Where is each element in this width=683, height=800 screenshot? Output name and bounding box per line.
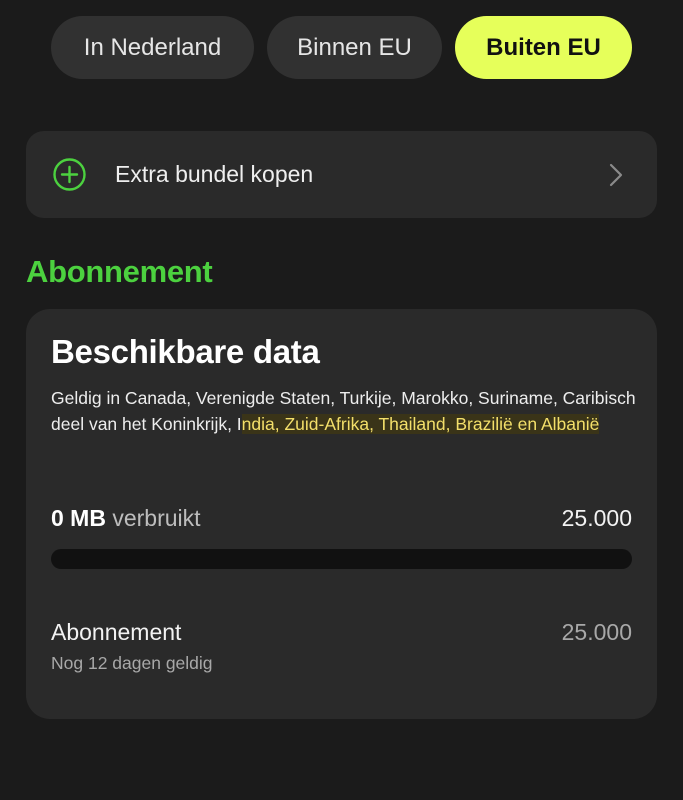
card-title: Beschikbare data <box>51 333 320 370</box>
data-card: Beschikbare data Geldig in Canada, Veren… <box>26 309 657 719</box>
tab-buiten-eu[interactable]: Buiten EU <box>455 16 632 79</box>
tab-in-nederland[interactable]: In Nederland <box>51 16 254 79</box>
section-title: Abonnement <box>26 254 213 289</box>
used-label: verbruikt <box>112 505 201 531</box>
extra-bundle-button[interactable]: Extra bundel kopen <box>26 131 657 218</box>
tab-binnen-eu[interactable]: Binnen EU <box>267 16 442 79</box>
valid-countries-highlight: ndia, Zuid-Afrika, Thailand, Brazilië en… <box>241 414 600 434</box>
usage-progress-bar <box>51 549 632 569</box>
used-amount: 0 MB <box>51 505 106 531</box>
subscription-name: Abonnement <box>51 619 182 645</box>
extra-bundle-label: Extra bundel kopen <box>115 161 314 187</box>
chevron-right-icon <box>609 163 623 187</box>
usage-row: 0 MB verbruikt 25.000 <box>51 505 632 535</box>
total-amount: 25.000 <box>561 505 632 531</box>
plus-circle-icon <box>53 158 86 191</box>
region-tabs: In Nederland Binnen EU Buiten EU <box>51 16 632 79</box>
subscription-value: 25.000 <box>561 619 632 645</box>
valid-countries-text: Geldig in Canada, Verenigde Staten, Turk… <box>51 385 641 437</box>
days-left: Nog 12 dagen geldig <box>51 653 213 673</box>
